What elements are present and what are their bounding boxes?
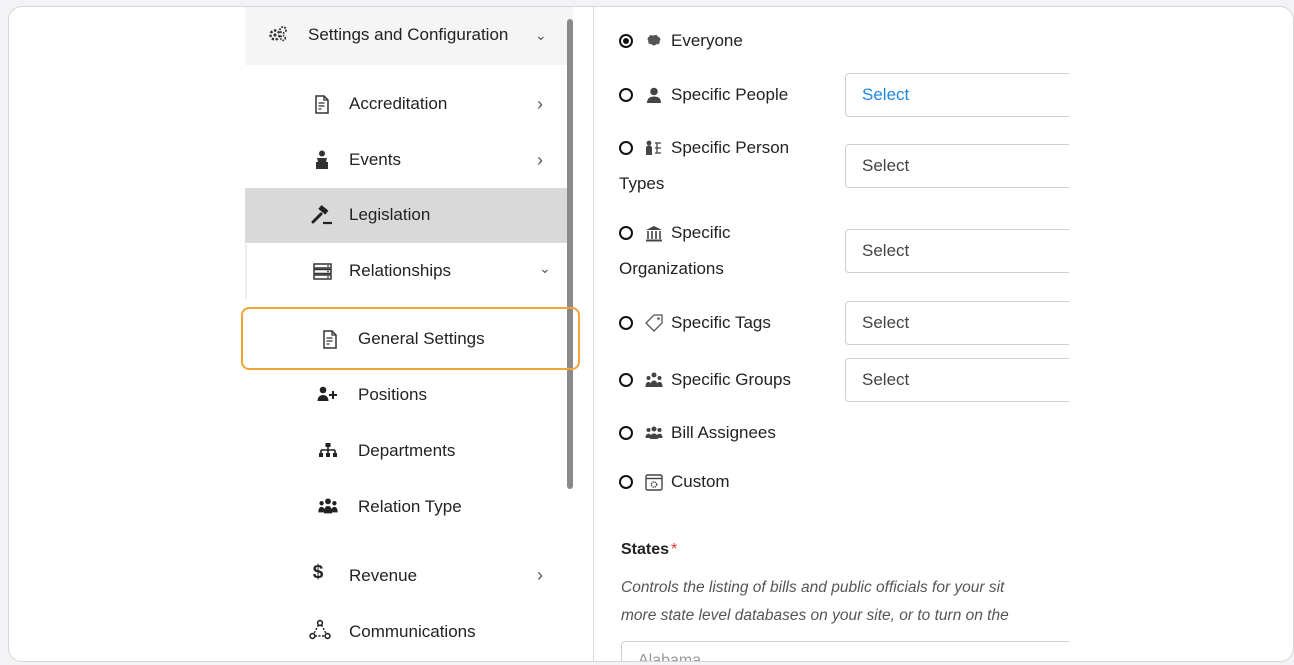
brain-icon — [645, 32, 663, 50]
sidebar-item-legislation[interactable]: Legislation — [245, 188, 573, 243]
specific-groups-select[interactable]: Select — [845, 358, 1069, 402]
sidebar-item-label: Settings and Configuration — [308, 25, 509, 44]
sidebar-scrollbar[interactable] — [567, 19, 573, 489]
specific-tags-select[interactable]: Select — [845, 301, 1069, 345]
chevron-down-icon: ⌄ — [535, 27, 547, 43]
sidebar-item-label: Events — [349, 150, 401, 169]
states-description-line: more state level databases on your site,… — [621, 607, 1009, 624]
gavel-icon — [311, 204, 333, 226]
person-types-icon — [645, 139, 663, 157]
sidebar-item-events[interactable]: Events › — [245, 133, 573, 187]
option-specific-person-types[interactable]: Specific Person — [619, 138, 789, 158]
specific-people-select[interactable]: Select — [845, 73, 1069, 117]
radio-button[interactable] — [619, 141, 633, 155]
user-plus-icon — [317, 383, 339, 405]
podium-icon — [311, 149, 333, 171]
divider — [593, 7, 594, 661]
chevron-right-icon: › — [537, 565, 543, 585]
option-specific-tags[interactable]: Specific Tags — [619, 313, 771, 333]
sidebar-item-label: Relation Type — [358, 497, 462, 516]
sidebar-item-label: Departments — [358, 441, 456, 460]
option-specific-people[interactable]: Specific People — [619, 85, 788, 105]
highlight-box — [241, 307, 580, 370]
required-mark: * — [671, 541, 678, 558]
radio-button[interactable] — [619, 373, 633, 387]
tag-icon — [645, 314, 663, 332]
sidebar-item-settings-and-configuration[interactable]: Settings and Configuration ⌄ — [245, 7, 573, 65]
sidebar-item-accreditation[interactable]: Accreditation › — [245, 77, 573, 131]
radio-button[interactable] — [619, 88, 633, 102]
org-chart-icon — [317, 439, 339, 461]
sidebar-item-label: Positions — [358, 385, 427, 404]
chevron-right-icon: › — [537, 150, 543, 170]
sidebar-item-departments[interactable]: Departments — [245, 423, 573, 478]
document-icon — [311, 93, 333, 115]
radio-button[interactable] — [619, 226, 633, 240]
window-frame: Settings and Configuration ⌄ Accreditati… — [8, 6, 1294, 662]
option-label: Specific People — [671, 85, 789, 104]
person-icon — [645, 86, 663, 104]
sidebar-item-communications[interactable]: Communications — [245, 603, 573, 658]
sidebar-item-label: Revenue — [349, 566, 418, 585]
option-label-continued: Organizations — [619, 259, 724, 278]
option-custom[interactable]: Custom — [619, 472, 730, 492]
option-label: Specific Tags — [671, 313, 771, 332]
specific-person-types-select[interactable]: Select — [845, 144, 1069, 188]
option-label: Everyone — [671, 31, 743, 50]
group-icon — [645, 371, 663, 389]
option-specific-organizations[interactable]: Specific — [619, 223, 731, 243]
users-icon — [645, 424, 663, 442]
option-label-continued: Types — [619, 174, 665, 193]
sidebar-item-positions[interactable]: Positions — [245, 367, 573, 422]
dollar-icon: $ — [312, 562, 324, 583]
network-icon — [309, 619, 331, 641]
people-group-icon — [317, 495, 339, 517]
option-everyone[interactable]: Everyone — [619, 31, 743, 51]
chevron-right-icon: › — [537, 94, 543, 114]
states-select[interactable]: Alabama — [621, 641, 1069, 661]
option-label: Bill Assignees — [671, 423, 776, 442]
radio-button[interactable] — [619, 426, 633, 440]
sidebar-item-relation-type[interactable]: Relation Type — [245, 479, 573, 534]
radio-button[interactable] — [619, 475, 633, 489]
radio-button[interactable] — [619, 316, 633, 330]
option-label: Custom — [671, 472, 730, 491]
window-gear-icon — [645, 473, 663, 491]
states-description-line: Controls the listing of bills and public… — [621, 579, 1005, 596]
sidebar-item-label: Accreditation — [349, 94, 448, 113]
specific-organizations-select[interactable]: Select — [845, 229, 1069, 273]
states-label: States — [621, 541, 670, 558]
sidebar-item-label: Legislation — [349, 205, 431, 224]
states-heading: States * — [621, 541, 677, 559]
sidebar-item-relationships[interactable]: Relationships ⌄ — [245, 244, 573, 299]
gears-icon — [267, 23, 289, 45]
chevron-down-icon: ⌄ — [539, 260, 551, 276]
server-icon — [311, 260, 333, 282]
option-label: Specific Groups — [671, 370, 791, 389]
sidebar-item-label: Relationships — [349, 261, 452, 280]
option-specific-groups[interactable]: Specific Groups — [619, 370, 791, 390]
option-bill-assignees[interactable]: Bill Assignees — [619, 423, 776, 443]
option-label: Specific — [671, 223, 731, 242]
radio-selected[interactable] — [619, 34, 633, 48]
option-label: Specific Person — [671, 138, 790, 157]
visibility-panel: Everyone Specific People Select Specific… — [609, 7, 1069, 661]
institution-icon — [645, 224, 663, 242]
sidebar-item-label: Communications — [349, 622, 476, 641]
sidebar-item-revenue[interactable]: $ Revenue › — [245, 547, 573, 602]
